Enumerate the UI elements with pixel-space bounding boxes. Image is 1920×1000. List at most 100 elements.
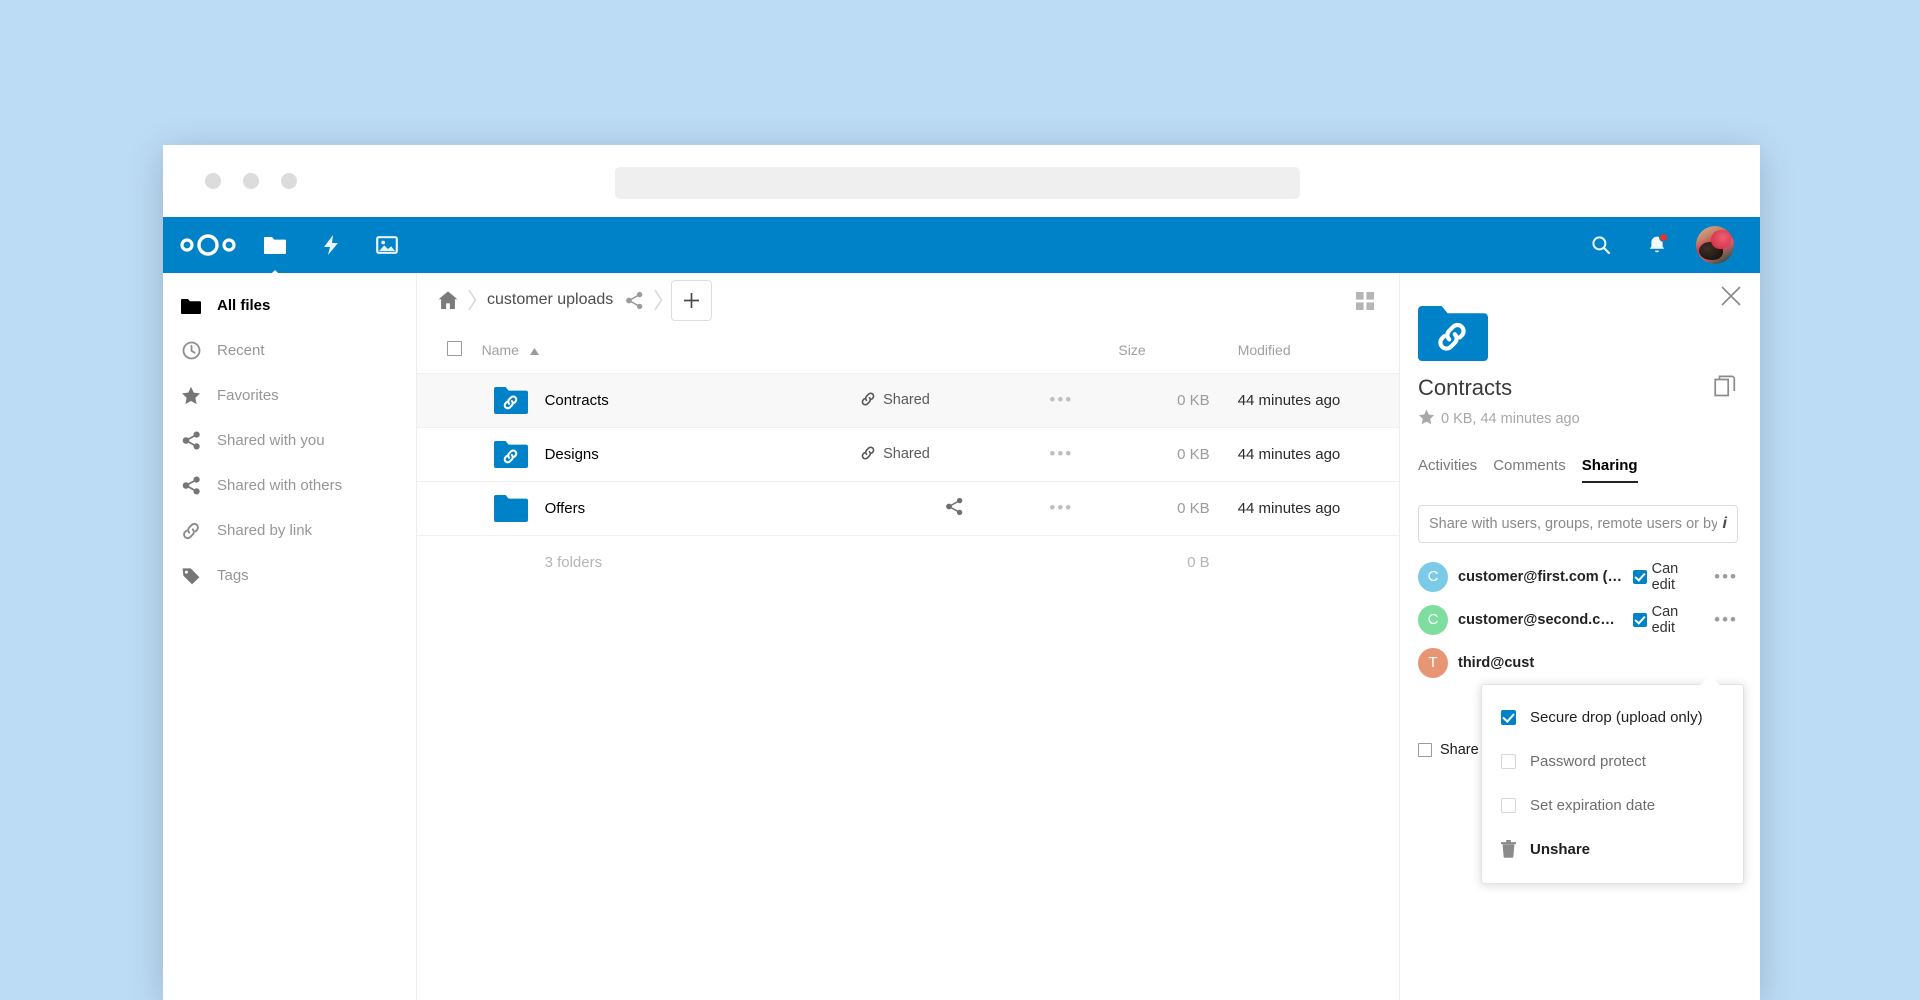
breadcrumb: customer uploads [417, 273, 1399, 327]
bell-icon[interactable] [1640, 228, 1674, 262]
breadcrumb-folder[interactable]: customer uploads [483, 291, 617, 309]
user-avatar[interactable] [1696, 226, 1734, 264]
footer-spacer-2 [860, 535, 1049, 589]
share-recipient: customer@second.com (e... [1458, 612, 1623, 628]
sidebar-item-tags[interactable]: Tags [163, 553, 416, 598]
star-icon [181, 386, 201, 406]
sidebar-item-recent[interactable]: Recent [163, 328, 416, 373]
sidebar-item-label: Favorites [217, 387, 279, 404]
address-bar[interactable] [615, 167, 1300, 199]
copy-icon[interactable] [1714, 375, 1738, 399]
can-edit-checkbox[interactable] [1633, 570, 1647, 584]
menu-item-unshare[interactable]: Unshare [1482, 827, 1743, 871]
can-edit-toggle[interactable]: Can edit [1633, 561, 1705, 593]
shared-status[interactable]: Shared [860, 445, 1049, 463]
nextcloud-logo-icon[interactable] [178, 230, 240, 260]
sidebar-item-label: Shared with others [217, 477, 342, 494]
tab-sharing[interactable]: Sharing [1582, 457, 1638, 483]
sidebar-item-label: Shared by link [217, 522, 312, 539]
menu-item-label: Password protect [1530, 753, 1646, 770]
add-new-button[interactable] [671, 280, 712, 321]
tab-comments[interactable]: Comments [1493, 457, 1566, 483]
footer-spacer-3 [1049, 535, 1118, 589]
menu-item-password-protect[interactable]: Password protect [1482, 739, 1743, 783]
detail-tabs: Activities Comments Sharing [1418, 457, 1738, 483]
grid-view-icon[interactable] [1351, 287, 1379, 315]
sort-ascending-icon [530, 342, 539, 358]
share-icon[interactable] [621, 287, 647, 313]
header-actions [1584, 226, 1734, 264]
menu-item-set-expiration-date[interactable]: Set expiration date [1482, 783, 1743, 827]
shared-status[interactable]: Shared [860, 391, 1049, 409]
password-protect-checkbox[interactable] [1501, 754, 1516, 769]
link-icon [860, 445, 876, 463]
more-icon[interactable]: ••• [1049, 390, 1073, 409]
row-share-cell [860, 481, 1049, 535]
browser-chrome [163, 145, 1760, 217]
share-recipient: customer@first.com (em... [1458, 569, 1623, 585]
screen: All files Recent Favorites [0, 0, 1920, 1000]
sidebar-item-shared-with-you[interactable]: Shared with you [163, 418, 416, 463]
footer-count: 3 folders [482, 535, 861, 589]
app-icon-files[interactable] [250, 220, 300, 270]
column-header-modified[interactable]: Modified [1210, 327, 1399, 373]
table-row[interactable]: Designs Shared ••• [417, 427, 1399, 481]
star-icon[interactable] [1418, 409, 1435, 429]
footer-spacer-4 [1210, 535, 1399, 589]
navigation-sidebar: All files Recent Favorites [163, 273, 416, 1000]
table-row[interactable]: Offers ••• 0 KB 44 minutes ago [417, 481, 1399, 535]
menu-item-secure-drop[interactable]: Secure drop (upload only) [1482, 695, 1743, 739]
can-edit-toggle[interactable]: Can edit [1633, 604, 1705, 636]
share-input[interactable] [1429, 516, 1717, 532]
set-expiration-checkbox[interactable] [1501, 798, 1516, 813]
home-icon[interactable] [435, 287, 461, 313]
can-edit-label: Can edit [1652, 561, 1705, 593]
more-icon[interactable]: ••• [1049, 498, 1073, 517]
more-icon[interactable]: ••• [1714, 610, 1738, 630]
share-icon[interactable] [945, 503, 964, 520]
footer-total-size: 0 B [1118, 535, 1209, 589]
sidebar-item-all-files[interactable]: All files [163, 283, 416, 328]
tab-activities[interactable]: Activities [1418, 457, 1477, 483]
sidebar-item-favorites[interactable]: Favorites [163, 373, 416, 418]
sidebar-item-shared-with-others[interactable]: Shared with others [163, 463, 416, 508]
detail-subtitle: 0 KB, 44 minutes ago [1418, 409, 1738, 429]
column-header-name-label: Name [482, 342, 519, 358]
sidebar-item-label: Recent [217, 342, 265, 359]
app-icon-photos[interactable] [362, 220, 412, 270]
sidebar-item-label: Tags [217, 567, 249, 584]
shared-label: Shared [883, 392, 930, 408]
app-body: All files Recent Favorites [163, 273, 1760, 1000]
share-link-checkbox[interactable] [1418, 743, 1432, 757]
close-icon[interactable] [1720, 285, 1744, 309]
trash-icon [1501, 840, 1516, 858]
column-header-size[interactable]: Size [1118, 327, 1209, 373]
select-all-checkbox[interactable] [447, 341, 462, 356]
more-icon[interactable]: ••• [1049, 444, 1073, 463]
shared-link-folder-icon [1418, 305, 1488, 361]
table-row[interactable]: Contracts Shared ••• [417, 373, 1399, 427]
table-footer-row: 3 folders 0 B [417, 535, 1399, 589]
detail-title-row: Contracts [1418, 375, 1738, 401]
row-modified: 44 minutes ago [1210, 481, 1399, 535]
secure-drop-checkbox[interactable] [1501, 710, 1516, 725]
column-header-name[interactable]: Name [482, 327, 861, 373]
breadcrumb-separator [647, 289, 669, 311]
minimize-window-dot[interactable] [243, 173, 259, 189]
share-entry: T third@cust [1418, 641, 1738, 684]
maximize-window-dot[interactable] [281, 173, 297, 189]
notification-badge [1659, 233, 1668, 242]
row-checkbox-cell [417, 481, 482, 535]
app-icon-activity[interactable] [306, 220, 356, 270]
share-entry: C customer@first.com (em... Can edit ••• [1418, 555, 1738, 598]
footer-spacer [417, 535, 482, 589]
row-size: 0 KB [1118, 427, 1209, 481]
sidebar-item-shared-by-link[interactable]: Shared by link [163, 508, 416, 553]
file-name: Designs [545, 446, 599, 463]
info-icon[interactable]: i [1717, 515, 1727, 533]
can-edit-checkbox[interactable] [1633, 613, 1647, 627]
more-icon[interactable]: ••• [1714, 567, 1738, 587]
row-name-cell: Offers [482, 481, 861, 535]
search-icon[interactable] [1584, 228, 1618, 262]
close-window-dot[interactable] [205, 173, 221, 189]
